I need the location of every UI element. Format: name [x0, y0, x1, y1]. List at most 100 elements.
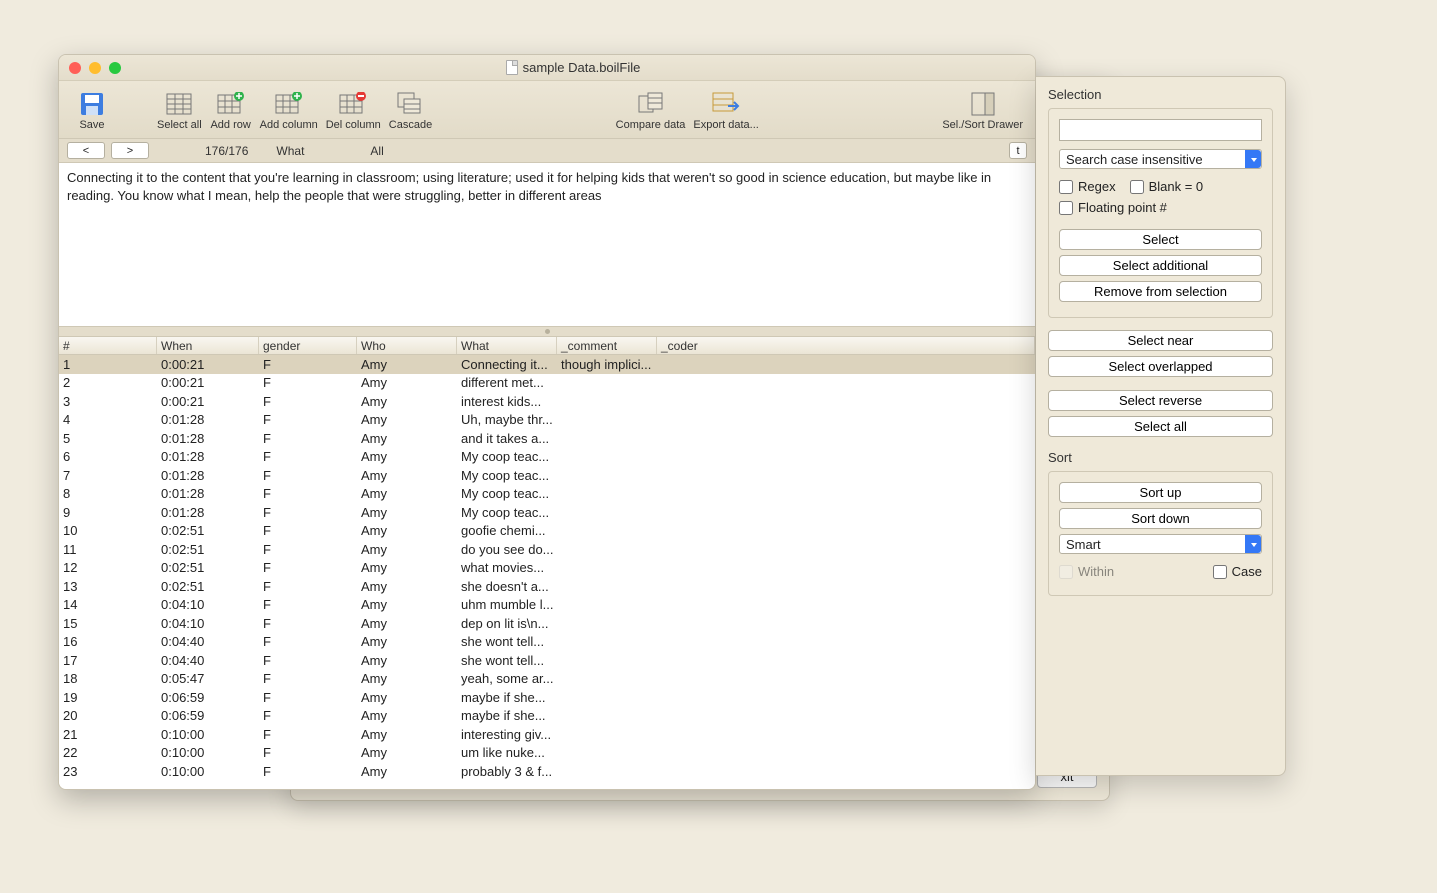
cell: F: [259, 725, 357, 744]
table-row[interactable]: 110:02:51FAmydo you see do...: [59, 540, 1035, 559]
cell: 0:06:59: [157, 688, 259, 707]
toolbar: Save Select all Add row Add column Del c…: [59, 81, 1035, 139]
search-mode-select[interactable]: Search case insensitive: [1059, 149, 1262, 169]
within-checkbox[interactable]: Within: [1059, 564, 1114, 579]
table-row[interactable]: 220:10:00FAmyum like nuke...: [59, 744, 1035, 763]
col-who[interactable]: Who: [357, 337, 457, 354]
add-row-button[interactable]: Add row: [206, 89, 256, 133]
table-row[interactable]: 10:00:21FAmyConnecting it...though impli…: [59, 355, 1035, 374]
sort-up-button[interactable]: Sort up: [1059, 482, 1262, 503]
save-button[interactable]: Save: [67, 89, 117, 133]
col-coder[interactable]: _coder: [657, 337, 1035, 354]
table-row[interactable]: 150:04:10FAmydep on lit is\n...: [59, 614, 1035, 633]
cell: Uh, maybe thr...: [457, 411, 557, 430]
col-when[interactable]: When: [157, 337, 259, 354]
splitter-handle[interactable]: [59, 327, 1035, 337]
select-all-button-drawer[interactable]: Select all: [1048, 416, 1273, 437]
blank-zero-checkbox[interactable]: Blank = 0: [1130, 179, 1204, 194]
cell: F: [259, 744, 357, 763]
minimize-icon[interactable]: [89, 62, 101, 74]
cell: Amy: [357, 503, 457, 522]
drawer-toggle-button[interactable]: Sel./Sort Drawer: [938, 89, 1027, 133]
cell: 0:02:51: [157, 577, 259, 596]
sort-down-button[interactable]: Sort down: [1059, 508, 1262, 529]
select-additional-button[interactable]: Select additional: [1059, 255, 1262, 276]
zoom-icon[interactable]: [109, 62, 121, 74]
cell: [657, 762, 1035, 781]
cell: though implici...: [557, 355, 657, 374]
select-overlapped-button[interactable]: Select overlapped: [1048, 356, 1273, 377]
table-row[interactable]: 190:06:59FAmymaybe if she...: [59, 688, 1035, 707]
select-button[interactable]: Select: [1059, 229, 1262, 250]
table-row[interactable]: 170:04:40FAmyshe wont tell...: [59, 651, 1035, 670]
del-column-button[interactable]: Del column: [322, 89, 385, 133]
col-what[interactable]: What: [457, 337, 557, 354]
cell: [557, 651, 657, 670]
prev-button[interactable]: <: [67, 142, 105, 159]
compare-data-button[interactable]: Compare data: [612, 89, 690, 133]
col-num[interactable]: #: [59, 337, 157, 354]
table-body[interactable]: 10:00:21FAmyConnecting it...though impli…: [59, 355, 1035, 789]
float-checkbox[interactable]: Floating point #: [1059, 200, 1167, 215]
select-near-button[interactable]: Select near: [1048, 330, 1273, 351]
table-row[interactable]: 80:01:28FAmyMy coop teac...: [59, 485, 1035, 504]
cell: Amy: [357, 374, 457, 393]
cell: she doesn't a...: [457, 577, 557, 596]
table-row[interactable]: 180:05:47FAmyyeah, some ar...: [59, 670, 1035, 689]
table-row[interactable]: 30:00:21FAmyinterest kids...: [59, 392, 1035, 411]
table-row[interactable]: 120:02:51FAmywhat movies...: [59, 559, 1035, 578]
cell: [657, 466, 1035, 485]
cell: Amy: [357, 411, 457, 430]
table-row[interactable]: 60:01:28FAmyMy coop teac...: [59, 448, 1035, 467]
cell: 3: [59, 392, 157, 411]
cell: [657, 392, 1035, 411]
cell: 6: [59, 448, 157, 467]
table-row[interactable]: 200:06:59FAmymaybe if she...: [59, 707, 1035, 726]
case-checkbox[interactable]: Case: [1213, 564, 1262, 579]
t-button[interactable]: t: [1009, 142, 1027, 159]
cell: 16: [59, 633, 157, 652]
table-row[interactable]: 130:02:51FAmyshe doesn't a...: [59, 577, 1035, 596]
cell: F: [259, 429, 357, 448]
col-comment[interactable]: _comment: [557, 337, 657, 354]
cascade-button[interactable]: Cascade: [385, 89, 436, 133]
cell: interest kids...: [457, 392, 557, 411]
table-row[interactable]: 50:01:28FAmy and it takes a...: [59, 429, 1035, 448]
cell: [657, 577, 1035, 596]
cell: [557, 707, 657, 726]
cell: 8: [59, 485, 157, 504]
close-icon[interactable]: [69, 62, 81, 74]
selection-title: Selection: [1048, 87, 1273, 102]
cell: 0:05:47: [157, 670, 259, 689]
table-row[interactable]: 160:04:40FAmyshe wont tell...: [59, 633, 1035, 652]
table-row[interactable]: 140:04:10FAmyuhm mumble l...: [59, 596, 1035, 615]
table-row[interactable]: 20:00:21FAmydifferent met...: [59, 374, 1035, 393]
cell: yeah, some ar...: [457, 670, 557, 689]
col-gender[interactable]: gender: [259, 337, 357, 354]
cell: 0:10:00: [157, 744, 259, 763]
export-data-button[interactable]: Export data...: [689, 89, 762, 133]
table-row[interactable]: 100:02:51FAmy goofie chemi...: [59, 522, 1035, 541]
regex-checkbox[interactable]: Regex: [1059, 179, 1116, 194]
cell: [657, 355, 1035, 374]
table-row[interactable]: 40:01:28FAmyUh, maybe thr...: [59, 411, 1035, 430]
cell: My coop teac...: [457, 448, 557, 467]
table-row[interactable]: 210:10:00FAmyinteresting giv...: [59, 725, 1035, 744]
text-editor[interactable]: Connecting it to the content that you're…: [59, 163, 1035, 327]
table-row[interactable]: 70:01:28FAmyMy coop teac...: [59, 466, 1035, 485]
cell: 0:01:28: [157, 448, 259, 467]
search-input[interactable]: [1059, 119, 1262, 141]
cell: 9: [59, 503, 157, 522]
cell: Amy: [357, 614, 457, 633]
next-button[interactable]: >: [111, 142, 149, 159]
table-row[interactable]: 90:01:28FAmyMy coop teac...: [59, 503, 1035, 522]
remove-selection-button[interactable]: Remove from selection: [1059, 281, 1262, 302]
record-counter: 176/176: [205, 144, 248, 158]
cell: Amy: [357, 762, 457, 781]
select-all-button[interactable]: Select all: [153, 89, 206, 133]
select-reverse-button[interactable]: Select reverse: [1048, 390, 1273, 411]
table-row[interactable]: 230:10:00FAmyprobably 3 & f...: [59, 762, 1035, 781]
sort-mode-select[interactable]: Smart: [1059, 534, 1262, 554]
add-column-button[interactable]: Add column: [256, 89, 322, 133]
cell: Amy: [357, 429, 457, 448]
